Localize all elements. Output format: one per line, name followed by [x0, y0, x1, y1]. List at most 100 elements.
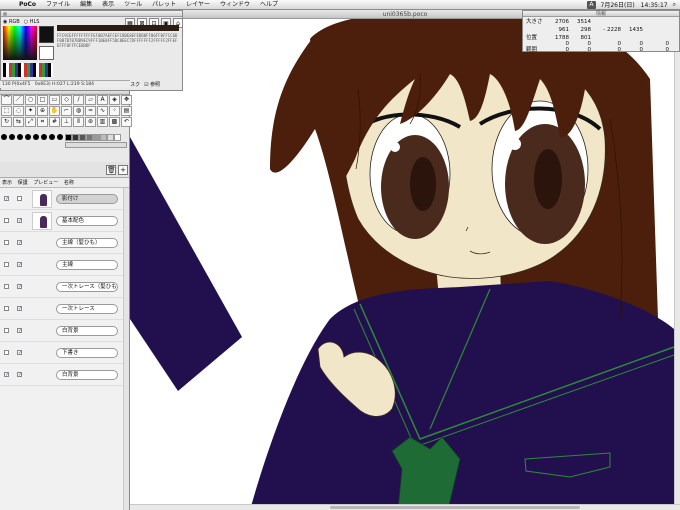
visibility-checkbox[interactable]: ✓ — [4, 372, 9, 378]
zoom-tool-icon[interactable]: ⊕ — [37, 106, 48, 116]
protect-checkbox[interactable]: ✓ — [17, 306, 22, 312]
layer-row[interactable]: ✓ ✓ 白背景 — [0, 364, 129, 386]
grid-tool-icon[interactable]: # — [49, 117, 60, 127]
menu-layer[interactable]: レイヤー — [181, 0, 215, 10]
scale-tool-icon[interactable]: ⤢ — [25, 117, 36, 127]
layer-row[interactable]: ✓ 基本配色 — [0, 210, 129, 232]
menu-palette[interactable]: パレット — [147, 0, 181, 10]
layer-name[interactable]: 主線（髪ひも） — [56, 238, 118, 248]
crop-tool-icon[interactable]: ⌗ — [37, 117, 48, 127]
info-panel-titlebar[interactable]: 情報 — [523, 11, 679, 17]
menu-help[interactable]: ヘルプ — [255, 0, 283, 10]
gray-swatch[interactable] — [86, 134, 93, 141]
flip-tool-icon[interactable]: ⇆ — [13, 117, 24, 127]
protect-checkbox[interactable] — [17, 196, 22, 201]
brush-size-icon[interactable] — [9, 134, 15, 140]
menu-view[interactable]: 表示 — [97, 0, 119, 10]
wand-tool-icon[interactable]: ✦ — [25, 106, 36, 116]
rotate-tool-icon[interactable]: ↻ — [1, 117, 12, 127]
brush-size-icon[interactable] — [57, 134, 63, 140]
tone-tool-icon[interactable]: ▩ — [109, 117, 120, 127]
text-tool-icon[interactable]: A — [97, 95, 108, 105]
dropper-tool-icon[interactable]: ⌐ — [61, 106, 72, 116]
color-hex-table[interactable]: FFC9CEFFFFFFFFFEF0B7AEFCEFC8BE8EFEDB8FF0… — [57, 33, 179, 73]
menu-tool[interactable]: ツール — [119, 0, 147, 10]
gray-swatch[interactable] — [107, 134, 114, 141]
layer-name[interactable]: 白背景 — [56, 326, 118, 336]
brush-size-icon[interactable] — [1, 134, 7, 140]
fill-rect-tool-icon[interactable]: ▭ — [49, 95, 60, 105]
ruler-tool-icon[interactable]: ⊥ — [61, 117, 72, 127]
protect-checkbox[interactable]: ✓ — [17, 328, 22, 334]
rect-tool-icon[interactable]: □ — [37, 95, 48, 105]
spray-tool-icon[interactable]: ⁘ — [109, 106, 120, 116]
spotlight-icon[interactable]: ⌕ — [673, 1, 676, 9]
pen-tool-icon[interactable]: ⌒ — [1, 95, 12, 105]
layer-row[interactable]: ✓ 一次トレース — [0, 298, 129, 320]
menu-app[interactable]: PoCo — [14, 0, 41, 10]
line-tool-icon[interactable]: ／ — [13, 95, 24, 105]
smudge-tool-icon[interactable]: ≈ — [85, 106, 96, 116]
menu-edit[interactable]: 編集 — [75, 0, 97, 10]
blur-tool-icon[interactable]: ◍ — [73, 106, 84, 116]
brush-tool-icon[interactable]: ∕ — [73, 95, 84, 105]
protect-checkbox[interactable]: ✓ — [17, 218, 22, 224]
gray-swatch[interactable] — [100, 134, 107, 141]
layer-scrollbar[interactable] — [123, 188, 129, 510]
gray-swatch[interactable] — [114, 134, 121, 141]
layer-name[interactable]: 一次トレース（髪ひも — [56, 282, 118, 292]
layer-row[interactable]: ✓ 主線 — [0, 254, 129, 276]
gray-swatch[interactable] — [72, 134, 79, 141]
menu-window[interactable]: ウィンドウ — [215, 0, 255, 10]
brush-size-icon[interactable] — [17, 134, 23, 140]
gradient-tool-icon[interactable]: ▥ — [97, 117, 108, 127]
color-spectrum[interactable] — [3, 26, 37, 60]
gray-swatch[interactable] — [79, 134, 86, 141]
visibility-checkbox[interactable] — [4, 350, 9, 355]
curve-tool-icon[interactable]: ∿ — [97, 106, 108, 116]
select-tool-icon[interactable]: ⬚ — [1, 106, 12, 116]
pattern-tool-icon[interactable]: ▤ — [121, 106, 132, 116]
foreground-color-swatch[interactable] — [39, 26, 54, 43]
gray-swatch[interactable] — [65, 134, 72, 141]
visibility-checkbox[interactable] — [4, 284, 9, 289]
layer-name[interactable]: 下書き — [56, 348, 118, 358]
color-panel-titlebar[interactable] — [1, 11, 182, 17]
mode-rgb-radio[interactable]: ◉ RGB — [3, 19, 20, 25]
brush-size-icon[interactable] — [41, 134, 47, 140]
eraser-tool-icon[interactable]: ▱ — [85, 95, 96, 105]
layer-name[interactable]: 影付け — [56, 194, 118, 204]
layer-row[interactable]: ✓ 影付け — [0, 188, 129, 210]
polygon-tool-icon[interactable]: ◇ — [61, 95, 72, 105]
clock[interactable]: 7月26日(日) 14:35:17 — [601, 0, 668, 9]
trash-icon[interactable]: 🗑 — [106, 165, 116, 175]
protect-checkbox[interactable]: ✓ — [17, 240, 22, 246]
layer-row[interactable]: ✓ 主線（髪ひも） — [0, 232, 129, 254]
visibility-checkbox[interactable] — [4, 218, 9, 223]
brush-size-icon[interactable] — [25, 134, 31, 140]
brush-size-icon[interactable] — [33, 134, 39, 140]
menu-file[interactable]: ファイル — [41, 0, 75, 10]
gray-swatch[interactable] — [93, 134, 100, 141]
mirror-tool-icon[interactable]: ⫴ — [73, 117, 84, 127]
layer-row[interactable]: ✓ 白背景 — [0, 320, 129, 342]
drawing-canvas[interactable] — [130, 19, 680, 510]
visibility-checkbox[interactable] — [4, 262, 9, 267]
visibility-checkbox[interactable] — [4, 306, 9, 311]
visibility-checkbox[interactable] — [4, 240, 9, 245]
visibility-checkbox[interactable] — [4, 328, 9, 333]
stamp-tool-icon[interactable]: ⊛ — [85, 117, 96, 127]
layer-name[interactable]: 主線 — [56, 260, 118, 270]
background-color-swatch[interactable] — [39, 46, 54, 60]
layer-row[interactable]: ✓ 下書き — [0, 342, 129, 364]
protect-checkbox[interactable]: ✓ — [17, 284, 22, 290]
protect-checkbox[interactable]: ✓ — [17, 262, 22, 268]
hand-tool-icon[interactable]: ✋ — [49, 106, 60, 116]
visibility-checkbox[interactable]: ✓ — [4, 196, 9, 202]
layer-name[interactable]: 一次トレース — [56, 304, 118, 314]
palette-swatches[interactable] — [3, 63, 53, 77]
brush-size-icon[interactable] — [49, 134, 55, 140]
layer-row[interactable]: ✓ 一次トレース（髪ひも — [0, 276, 129, 298]
layer-name[interactable]: 基本配色 — [56, 216, 118, 226]
new-layer-icon[interactable]: + — [118, 165, 128, 175]
